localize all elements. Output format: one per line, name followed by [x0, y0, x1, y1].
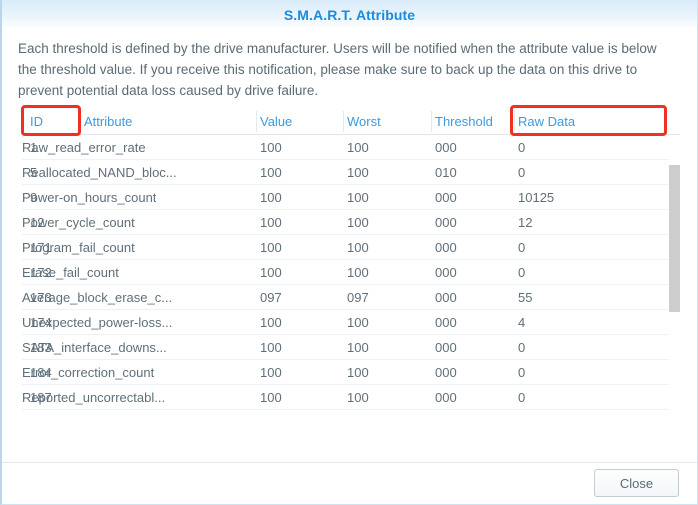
cell-raw: 55: [518, 290, 533, 305]
column-header-raw[interactable]: Raw Data: [518, 108, 668, 135]
cell-threshold: 000: [435, 365, 457, 380]
cell-value: 100: [260, 365, 282, 380]
cell-raw: 0: [518, 165, 526, 180]
cell-attribute: Average_block_erase_c...: [22, 290, 173, 305]
cell-worst: 100: [347, 390, 369, 405]
cell-threshold: 000: [435, 140, 457, 155]
column-header-worst[interactable]: Worst: [347, 108, 427, 135]
cell-raw: 10125: [518, 190, 555, 205]
column-separator: [80, 111, 81, 132]
column-separator: [256, 111, 257, 132]
table-header-row: ID Attribute Value Worst Threshold Raw Data: [22, 108, 680, 135]
cell-value: 100: [260, 390, 282, 405]
cell-attribute: Raw_read_error_rate: [22, 140, 146, 155]
cell-threshold: 010: [435, 165, 457, 180]
table-row[interactable]: 172 Erase_fail_count 100 100 000 0: [22, 260, 680, 285]
cell-worst: 100: [347, 215, 369, 230]
column-header-id[interactable]: ID: [30, 108, 80, 135]
dialog-title: S.M.A.R.T. Attribute: [283, 6, 416, 23]
cell-worst: 097: [347, 290, 369, 305]
table-row[interactable]: 1 Raw_read_error_rate 100 100 000 0: [22, 135, 680, 160]
cell-raw: 0: [518, 240, 526, 255]
cell-raw: 0: [518, 340, 526, 355]
cell-attribute: Erase_fail_count: [22, 265, 119, 280]
cell-value: 097: [260, 290, 282, 305]
cell-value: 100: [260, 340, 282, 355]
table-row[interactable]: 174 Unexpected_power-loss... 100 100 000 4: [22, 310, 680, 335]
cell-threshold: 000: [435, 240, 457, 255]
cell-threshold: 000: [435, 190, 457, 205]
cell-attribute: Power-on_hours_count: [22, 190, 157, 205]
column-separator: [343, 111, 344, 132]
cell-value: 100: [260, 215, 282, 230]
cell-threshold: 000: [435, 290, 457, 305]
cell-attribute: SATA_interface_downs...: [22, 340, 167, 355]
cell-attribute: Reallocated_NAND_bloc...: [22, 165, 177, 180]
cell-threshold: 000: [435, 265, 457, 280]
table-row[interactable]: 183 SATA_interface_downs... 100 100 000 0: [22, 335, 680, 360]
cell-attribute: Error_correction_count: [22, 365, 155, 380]
cell-threshold: 000: [435, 340, 457, 355]
table-row[interactable]: 187 Reported_uncorrectabl... 100 100 000 0: [22, 385, 680, 410]
smart-attribute-dialog: S.M.A.R.T. Attribute Each threshold is d…: [0, 0, 698, 505]
smart-attribute-table: ID Attribute Value Worst Threshold Raw Data 1…: [22, 108, 680, 460]
dialog-titlebar: S.M.A.R.T. Attribute: [2, 0, 697, 30]
table-row[interactable]: 5 Reallocated_NAND_bloc... 100 100 010 0: [22, 160, 680, 185]
table-row[interactable]: 171 Program_fail_count 100 100 000 0: [22, 235, 680, 260]
close-button[interactable]: Close: [594, 469, 679, 497]
cell-attribute: Unexpected_power-loss...: [22, 315, 173, 330]
cell-worst: 100: [347, 190, 369, 205]
cell-threshold: 000: [435, 390, 457, 405]
cell-value: 100: [260, 140, 282, 155]
table-row[interactable]: 9 Power-on_hours_count 100 100 000 10125: [22, 185, 680, 210]
cell-threshold: 000: [435, 315, 457, 330]
dialog-description: Each threshold is defined by the drive m…: [18, 41, 657, 98]
cell-worst: 100: [347, 265, 369, 280]
column-separator: [514, 111, 515, 132]
cell-value: 100: [260, 190, 282, 205]
cell-worst: 100: [347, 315, 369, 330]
cell-attribute: Program_fail_count: [22, 240, 135, 255]
cell-threshold: 000: [435, 215, 457, 230]
cell-raw: 0: [518, 140, 526, 155]
cell-raw: 0: [518, 265, 526, 280]
table-row[interactable]: 173 Average_block_erase_c... 097 097 000 55: [22, 285, 680, 310]
cell-value: 100: [260, 240, 282, 255]
cell-worst: 100: [347, 340, 369, 355]
cell-worst: 100: [347, 365, 369, 380]
column-header-value[interactable]: Value: [260, 108, 340, 135]
footer-divider: [2, 462, 697, 463]
cell-attribute: Reported_uncorrectabl...: [22, 390, 166, 405]
table-scrollbar-track[interactable]: [669, 135, 680, 460]
table-body: 1 Raw_read_error_rate 100 100 000 0 5 Reallocat…: [22, 135, 680, 460]
cell-raw: 12: [518, 215, 533, 230]
cell-value: 100: [260, 165, 282, 180]
cell-raw: 0: [518, 365, 526, 380]
cell-worst: 100: [347, 140, 369, 155]
column-separator: [431, 111, 432, 132]
table-scrollbar-thumb[interactable]: [669, 165, 680, 312]
column-header-attribute[interactable]: Attribute: [84, 108, 256, 135]
cell-value: 100: [260, 315, 282, 330]
table-row[interactable]: 184 Error_correction_count 100 100 000 0: [22, 360, 680, 385]
cell-attribute: Power_cycle_count: [22, 215, 135, 230]
cell-raw: 0: [518, 390, 526, 405]
cell-value: 100: [260, 265, 282, 280]
cell-worst: 100: [347, 165, 369, 180]
column-header-threshold[interactable]: Threshold: [435, 108, 515, 135]
table-row[interactable]: 12 Power_cycle_count 100 100 000 12: [22, 210, 680, 235]
cell-worst: 100: [347, 240, 369, 255]
cell-raw: 4: [518, 315, 526, 330]
